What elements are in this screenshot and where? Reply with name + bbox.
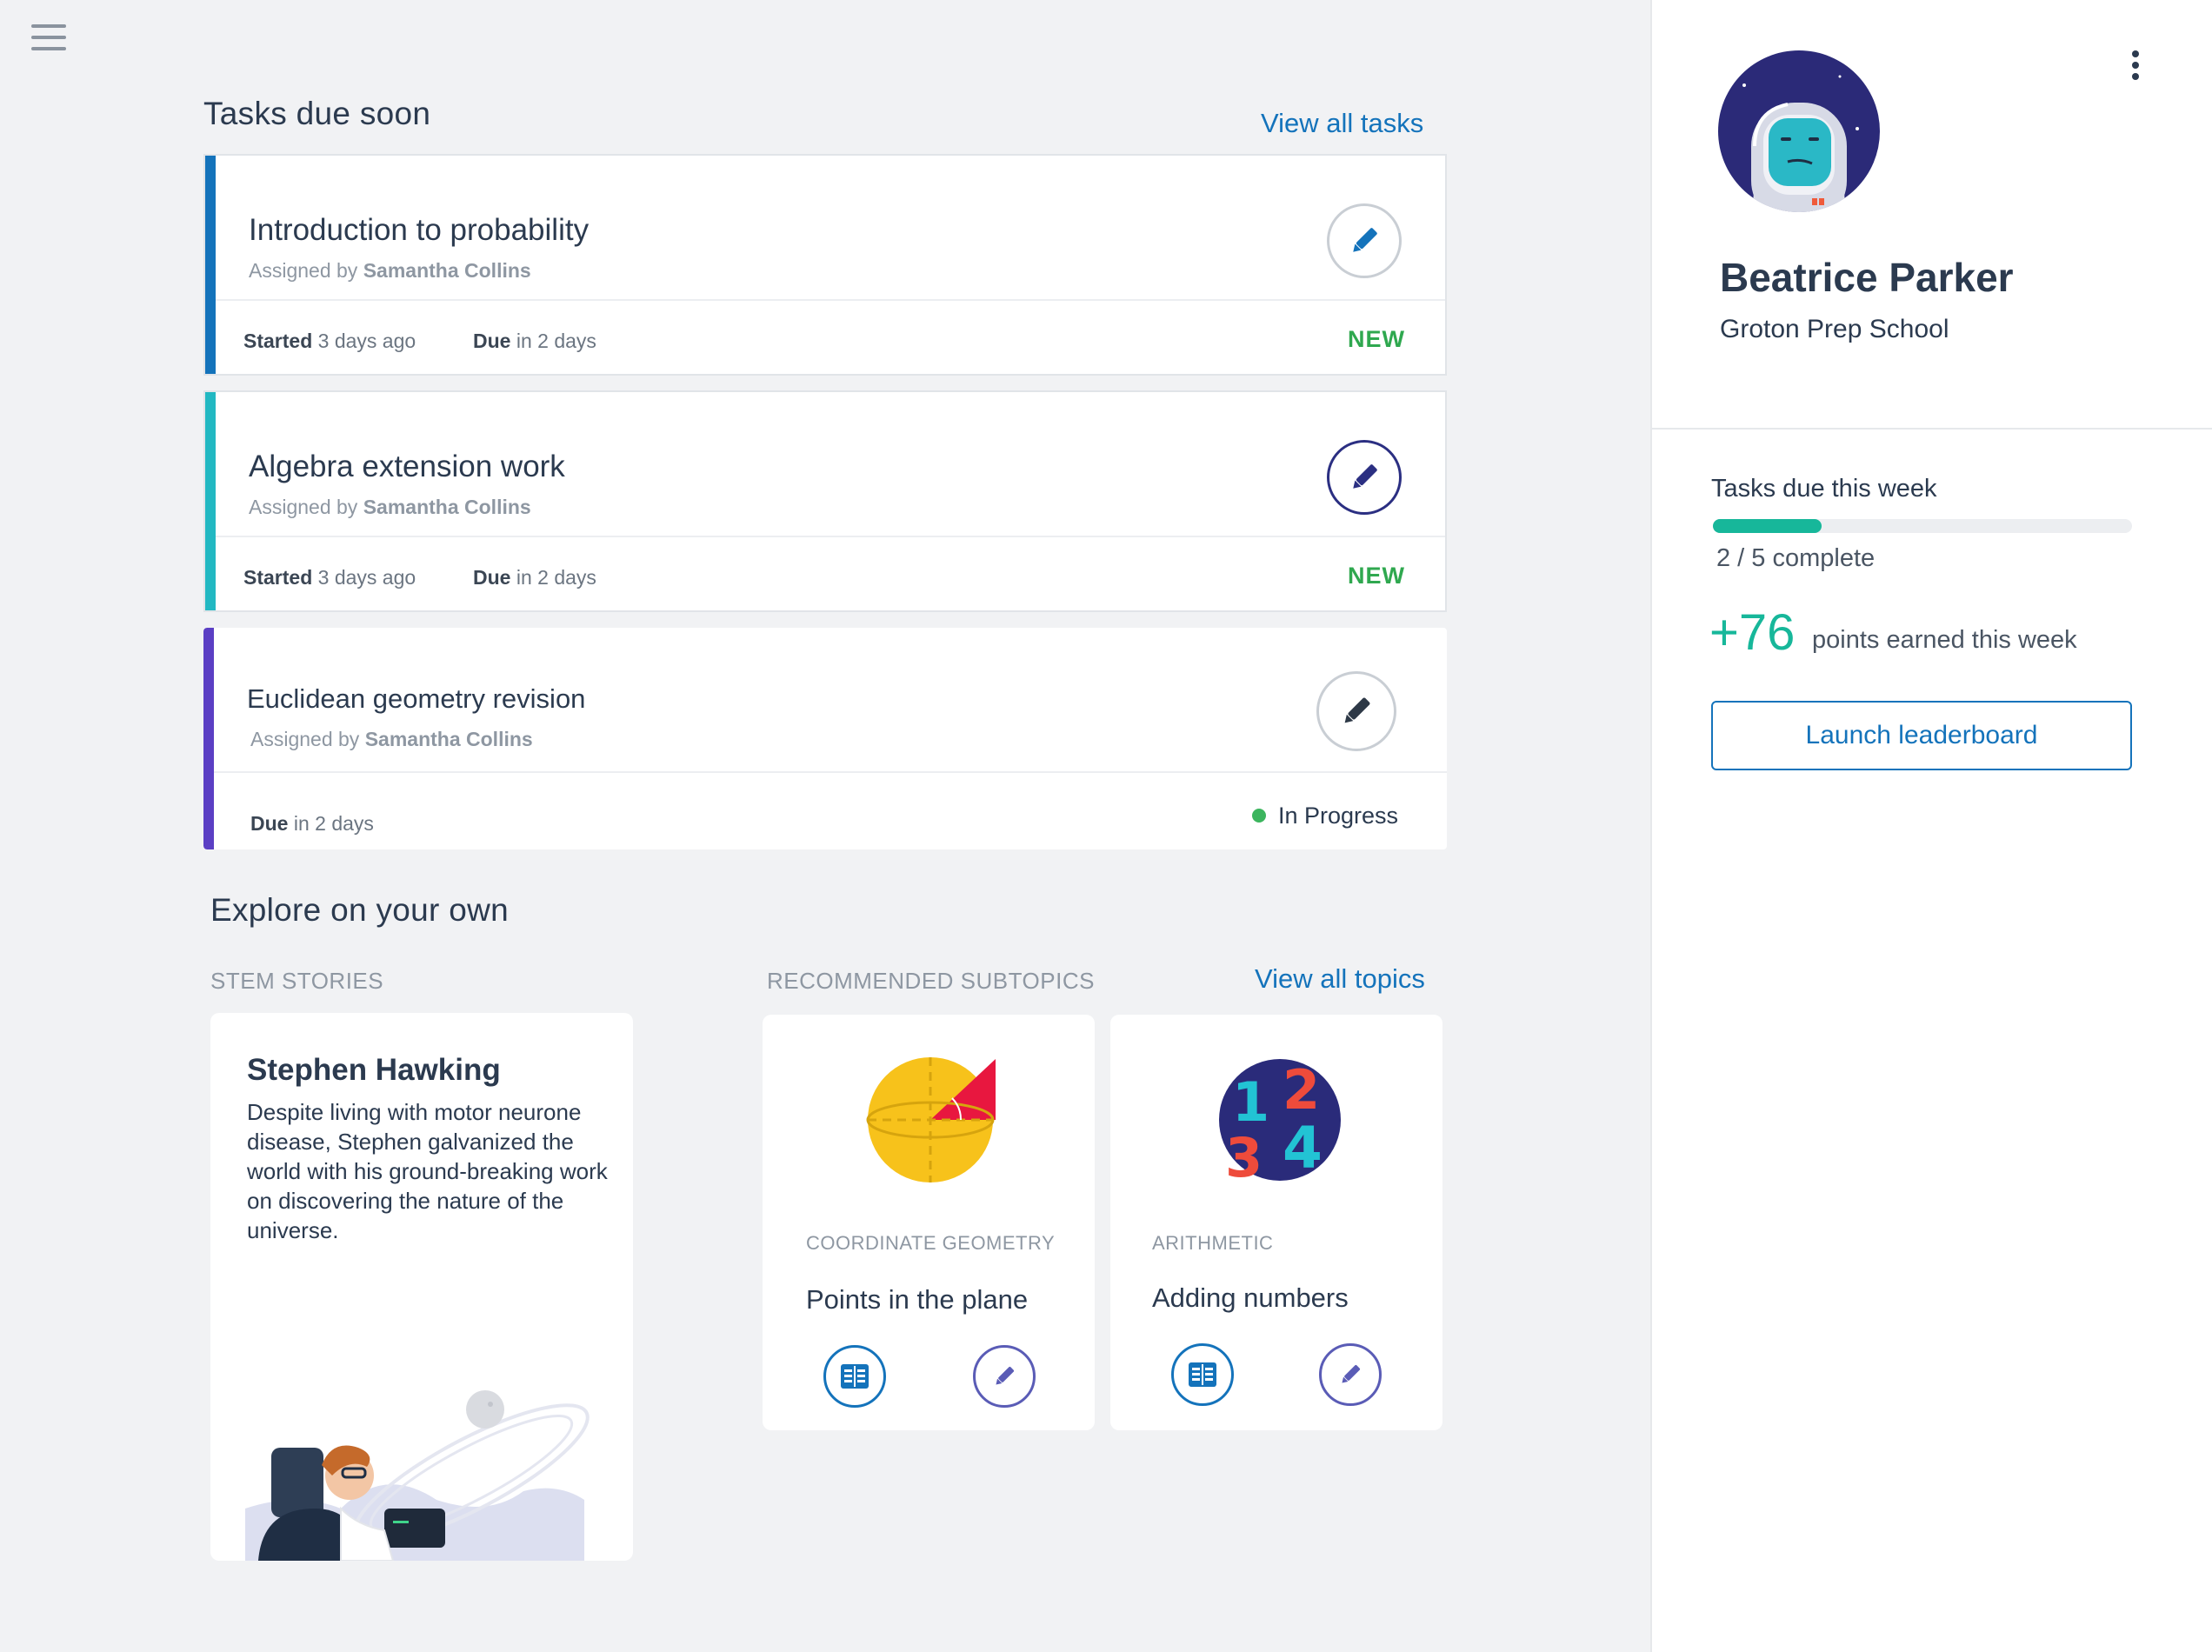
status-badge: NEW xyxy=(1348,326,1405,352)
subtopic-card-arithmetic[interactable]: 1 2 3 4 ARITHMETIC Adding numbers xyxy=(1110,1015,1442,1430)
status-dot xyxy=(1251,808,1266,823)
tasks-due-week-title: Tasks due this week xyxy=(1711,475,1937,503)
practice-button[interactable] xyxy=(1319,1343,1382,1406)
more-options-icon[interactable] xyxy=(2125,50,2146,85)
practice-button[interactable] xyxy=(973,1345,1036,1408)
subtopic-category: ARITHMETIC xyxy=(1152,1232,1274,1254)
svg-text:2: 2 xyxy=(1283,1058,1320,1122)
pencil-icon xyxy=(1342,1364,1361,1383)
book-icon xyxy=(1189,1362,1216,1387)
explore-section-title: Explore on your own xyxy=(210,892,509,928)
progress-fill xyxy=(1713,519,1822,533)
pencil-icon xyxy=(996,1366,1015,1385)
task-card-3[interactable]: Euclidean geometry revision Assigned by … xyxy=(203,628,1447,849)
task-started: Started 3 days ago xyxy=(243,566,416,589)
edit-task-button[interactable] xyxy=(1327,440,1402,515)
subtopic-title: Adding numbers xyxy=(1152,1282,1349,1313)
task-assigned: Assigned by Samantha Collins xyxy=(249,496,531,518)
coordinate-geometry-icon xyxy=(866,1057,996,1182)
task-assigned: Assigned by Samantha Collins xyxy=(249,259,531,282)
task-due: Due in 2 days xyxy=(250,812,374,835)
task-stripe xyxy=(205,156,216,374)
edit-task-button[interactable] xyxy=(1327,203,1402,278)
main-content: Tasks due soon View all tasks Introducti… xyxy=(0,0,1650,1652)
recommended-subtopics-label: RECOMMENDED SUBTOPICS xyxy=(767,968,1095,994)
edit-task-button[interactable] xyxy=(1316,671,1396,751)
subtopic-card-coordinate-geometry[interactable]: COORDINATE GEOMETRY Points in the plane xyxy=(763,1015,1095,1430)
launch-leaderboard-button[interactable]: Launch leaderboard xyxy=(1711,701,2132,770)
pencil-icon xyxy=(1344,697,1370,723)
task-due: Due in 2 days xyxy=(473,566,596,589)
view-all-topics-link[interactable]: View all topics xyxy=(1255,963,1425,995)
points-label: points earned this week xyxy=(1812,626,2077,654)
svg-text:3: 3 xyxy=(1225,1126,1263,1185)
subtopic-title: Points in the plane xyxy=(806,1284,1029,1315)
task-stripe xyxy=(203,628,214,849)
task-title: Algebra extension work xyxy=(249,450,565,483)
school-name: Groton Prep School xyxy=(1720,315,1949,343)
pencil-icon xyxy=(1353,228,1377,252)
story-description: Despite living with motor neurone diseas… xyxy=(247,1099,608,1243)
task-title: Introduction to probability xyxy=(249,213,590,247)
task-title: Euclidean geometry revision xyxy=(247,683,586,714)
task-started: Started 3 days ago xyxy=(243,330,416,352)
task-due: Due in 2 days xyxy=(473,330,596,352)
task-card-2[interactable]: Algebra extension work Assigned by Saman… xyxy=(203,390,1447,612)
stem-stories-label: STEM STORIES xyxy=(210,968,384,994)
user-name: Beatrice Parker xyxy=(1720,255,2014,300)
task-stripe xyxy=(205,392,216,610)
arithmetic-numbers-icon: 1 2 3 4 xyxy=(1219,1058,1341,1185)
svg-text:4: 4 xyxy=(1283,1115,1323,1182)
profile-sidebar: Beatrice Parker Groton Prep School Tasks… xyxy=(1650,0,2212,1652)
avatar xyxy=(1718,50,1880,212)
task-card-1[interactable]: Introduction to probability Assigned by … xyxy=(203,154,1447,376)
weekly-progress-bar xyxy=(1713,519,2132,533)
read-lesson-button[interactable] xyxy=(1171,1343,1234,1406)
tasks-section-title: Tasks due soon xyxy=(203,96,431,131)
pencil-icon xyxy=(1353,464,1377,489)
svg-text:1: 1 xyxy=(1232,1070,1269,1134)
complete-count: 2 / 5 complete xyxy=(1716,544,1876,572)
subtopic-category: COORDINATE GEOMETRY xyxy=(806,1232,1056,1254)
book-icon xyxy=(841,1364,869,1389)
story-title: Stephen Hawking xyxy=(247,1053,501,1087)
points-earned: +76 xyxy=(1709,604,1796,661)
view-all-tasks-link[interactable]: View all tasks xyxy=(1261,108,1423,139)
read-lesson-button[interactable] xyxy=(823,1345,886,1408)
status-badge: NEW xyxy=(1348,563,1405,589)
story-card[interactable]: Stephen Hawking Despite living with moto… xyxy=(210,1013,633,1561)
task-assigned: Assigned by Samantha Collins xyxy=(250,728,533,750)
hawking-illustration xyxy=(245,1390,590,1561)
status-badge: In Progress xyxy=(1251,803,1398,829)
